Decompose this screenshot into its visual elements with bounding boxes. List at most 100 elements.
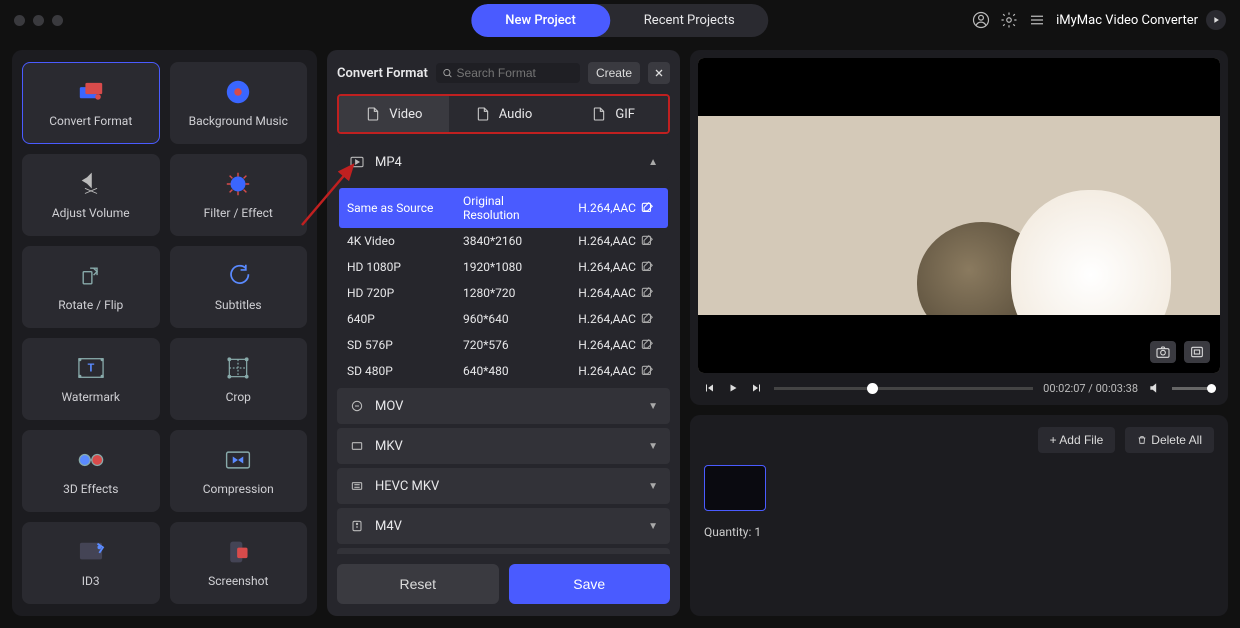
tool-screenshot[interactable]: Screenshot: [170, 522, 308, 604]
tool-convert-format[interactable]: Convert Format: [22, 62, 160, 144]
prev-button[interactable]: [702, 381, 716, 395]
quantity: Quantity: 1: [704, 525, 1214, 539]
tool-rotate-flip[interactable]: Rotate / Flip: [22, 246, 160, 328]
edit-icon[interactable]: [640, 338, 654, 352]
trash-icon: [1137, 435, 1147, 445]
app-brand: iMyMac Video Converter: [1056, 10, 1226, 30]
tool-background-music[interactable]: Background Music: [170, 62, 308, 144]
video-frame[interactable]: [698, 58, 1220, 373]
preset-row[interactable]: 640P960*640H.264,AAC: [339, 306, 668, 332]
brand-icon: [1206, 10, 1226, 30]
preset-codec: H.264,AAC: [548, 338, 636, 352]
preset-name: SD 576P: [347, 338, 459, 352]
preset-res: 3840*2160: [463, 234, 544, 248]
format-icon: [349, 478, 365, 494]
type-tab-gif[interactable]: GIF: [558, 96, 668, 132]
volume-button[interactable]: [1148, 381, 1162, 395]
file-icon: [365, 106, 381, 122]
tool-3d-effects[interactable]: 3D Effects: [22, 430, 160, 512]
preset-name: 4K Video: [347, 234, 459, 248]
tool-label: 3D Effects: [63, 482, 118, 496]
format-group-avi[interactable]: AVI▼: [337, 548, 670, 554]
tool-label: Subtitles: [215, 298, 262, 312]
maximize-dot[interactable]: [52, 15, 63, 26]
edit-icon[interactable]: [640, 286, 654, 300]
add-file-button[interactable]: + Add File: [1038, 427, 1116, 453]
tool-panel: Convert Format Background Music Adjust Vol…: [12, 50, 317, 616]
close-panel-button[interactable]: [648, 62, 670, 84]
crop-icon: [224, 354, 252, 382]
preset-codec: H.264,AAC: [548, 364, 636, 378]
tab-new-project[interactable]: New Project: [471, 4, 610, 37]
preset-res: 1920*1080: [463, 260, 544, 274]
preset-row[interactable]: SD 576P720*576H.264,AAC: [339, 332, 668, 358]
queue-thumbnail[interactable]: [704, 465, 766, 511]
tool-label: Background Music: [189, 114, 288, 128]
tool-compression[interactable]: Compression: [170, 430, 308, 512]
preview-card: 00:02:07 / 00:03:38: [690, 50, 1228, 405]
tool-watermark[interactable]: TWatermark: [22, 338, 160, 420]
compression-icon: [224, 446, 252, 474]
camera-icon: [1155, 344, 1171, 360]
preset-codec: H.264,AAC: [548, 234, 636, 248]
create-button[interactable]: Create: [588, 62, 640, 84]
next-button[interactable]: [750, 381, 764, 395]
preset-list: Same as SourceOriginal ResolutionH.264,A…: [337, 184, 670, 388]
type-tab-audio[interactable]: Audio: [449, 96, 559, 132]
snapshot-button[interactable]: [1150, 341, 1176, 363]
tool-filter-effect[interactable]: Filter / Effect: [170, 154, 308, 236]
tool-subtitles[interactable]: Subtitles: [170, 246, 308, 328]
window-controls[interactable]: [14, 15, 63, 26]
reset-button[interactable]: Reset: [337, 564, 499, 604]
format-icon: [349, 438, 365, 454]
preset-res: 640*480: [463, 364, 544, 378]
preset-row[interactable]: HD 1080P1920*1080H.264,AAC: [339, 254, 668, 280]
menu-icon[interactable]: [1028, 11, 1046, 29]
id3-icon: [77, 538, 105, 566]
tool-adjust-volume[interactable]: Adjust Volume: [22, 154, 160, 236]
format-icon: [349, 398, 365, 414]
edit-icon[interactable]: [640, 260, 654, 274]
preset-row[interactable]: 4K Video 3840*2160 H.264,AAC: [339, 228, 668, 254]
preset-res: Original Resolution: [463, 194, 544, 222]
type-tab-video[interactable]: Video: [339, 96, 449, 132]
preset-row[interactable]: HD 720P1280*720H.264,AAC: [339, 280, 668, 306]
tool-label: Convert Format: [49, 114, 132, 128]
preset-name: 640P: [347, 312, 459, 326]
preset-row[interactable]: Same as SourceOriginal ResolutionH.264,A…: [339, 188, 668, 228]
settings-icon[interactable]: [1000, 11, 1018, 29]
tool-crop[interactable]: Crop: [170, 338, 308, 420]
edit-icon[interactable]: [640, 201, 654, 215]
volume-slider[interactable]: [1172, 387, 1216, 390]
edit-icon[interactable]: [640, 364, 654, 378]
save-button[interactable]: Save: [509, 564, 671, 604]
format-group-mov[interactable]: MOV▼: [337, 388, 670, 424]
search-input[interactable]: [457, 66, 574, 80]
close-dot[interactable]: [14, 15, 25, 26]
format-group-m4v[interactable]: M4V▼: [337, 508, 670, 544]
format-group-mp4[interactable]: MP4 ▲: [337, 144, 670, 180]
fullscreen-button[interactable]: [1184, 341, 1210, 363]
tool-label: Compression: [203, 482, 274, 496]
svg-text:T: T: [87, 362, 94, 375]
preset-row[interactable]: SD 480P640*480H.264,AAC: [339, 358, 668, 384]
edit-icon[interactable]: [640, 234, 654, 248]
search-format[interactable]: [436, 63, 580, 83]
edit-icon[interactable]: [640, 312, 654, 326]
tab-recent-projects[interactable]: Recent Projects: [610, 4, 769, 37]
minimize-dot[interactable]: [33, 15, 44, 26]
format-group-mkv[interactable]: MKV▼: [337, 428, 670, 464]
titlebar: New Project Recent Projects iMyMac Video…: [0, 0, 1240, 40]
format-type-tabs: VideoAudioGIF: [337, 94, 670, 134]
format-group-hevc-mkv[interactable]: HEVC MKV▼: [337, 468, 670, 504]
timeline[interactable]: [774, 387, 1033, 390]
play-button[interactable]: [726, 381, 740, 395]
tool-label: Adjust Volume: [52, 206, 130, 220]
delete-all-button[interactable]: Delete All: [1125, 427, 1214, 453]
tool-id3[interactable]: ID3: [22, 522, 160, 604]
file-icon: [591, 106, 607, 122]
account-icon[interactable]: [972, 11, 990, 29]
filter-icon: [224, 170, 252, 198]
chevron-down-icon: ▼: [648, 521, 658, 532]
timecode: 00:02:07 / 00:03:38: [1043, 382, 1138, 395]
